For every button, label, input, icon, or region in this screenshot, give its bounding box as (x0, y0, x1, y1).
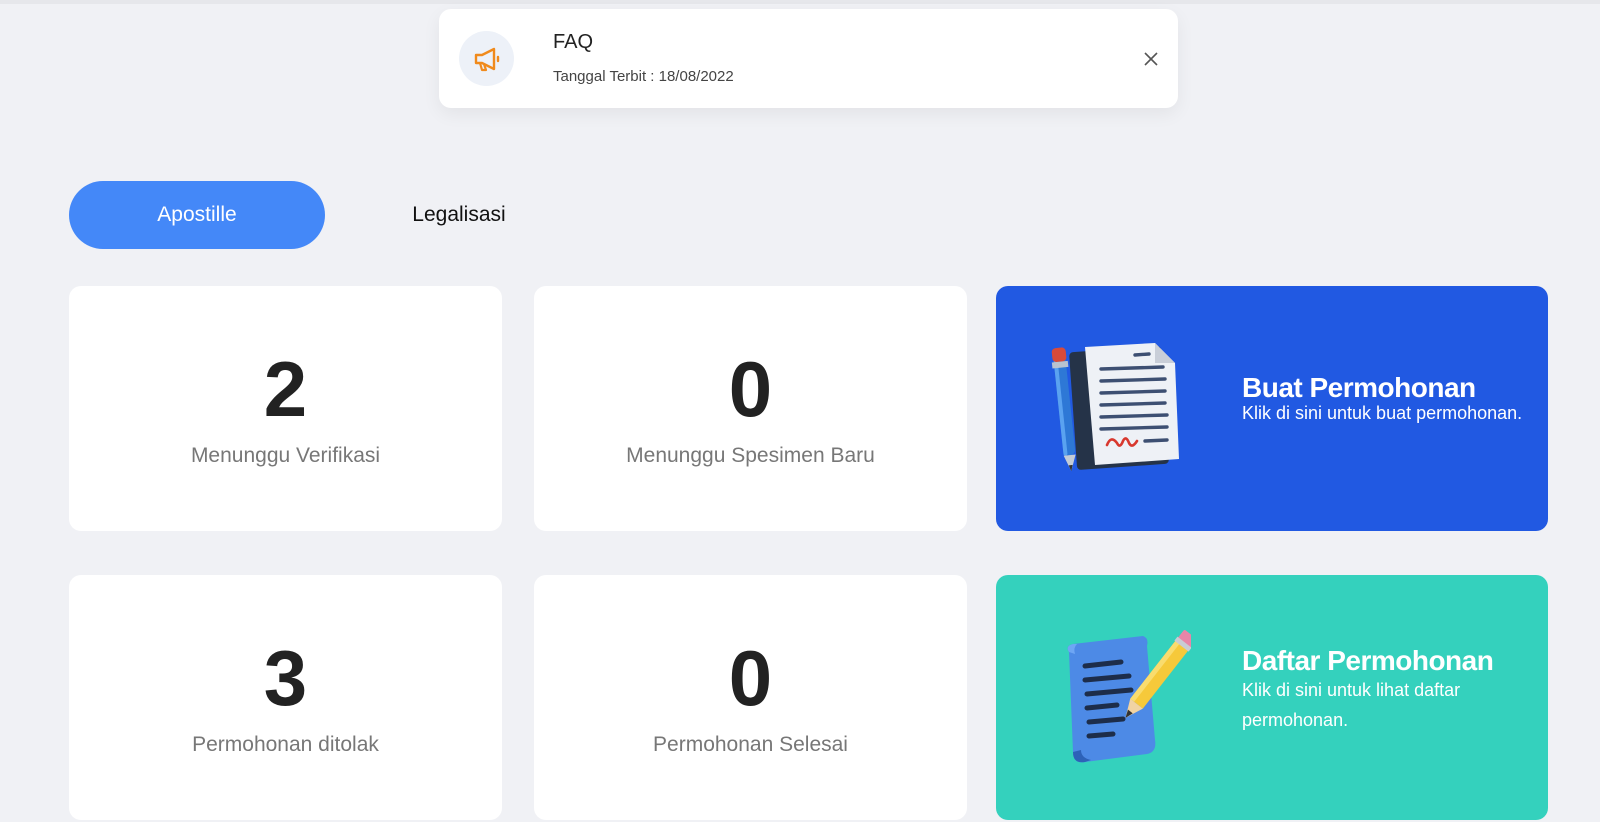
document-list-pencil-icon (1051, 630, 1197, 770)
stat-label: Permohonan Selesai (653, 733, 848, 756)
action-description: Klik di sini untuk buat permohonan. (1242, 403, 1523, 423)
buat-permohonan-card[interactable]: Buat Permohonan Klik di sini untuk buat … (996, 286, 1548, 531)
stat-value: 0 (728, 634, 773, 722)
action-description: Klik di sini untuk lihat daftar permohon… (1242, 680, 1461, 730)
stat-value: 0 (728, 345, 773, 433)
tab-apostille[interactable]: Apostille (69, 181, 325, 249)
action-title: Daftar Permohonan (1242, 645, 1494, 676)
notification-date: Tanggal Terbit : 18/08/2022 (553, 68, 734, 85)
tab-legalisasi[interactable]: Legalisasi (331, 181, 587, 249)
faq-notification[interactable]: FAQ Tanggal Terbit : 18/08/2022 (439, 9, 1178, 108)
stat-card-menunggu-spesimen-baru[interactable]: 0 Menunggu Spesimen Baru (534, 286, 967, 531)
daftar-permohonan-card[interactable]: Daftar Permohonan Klik di sini untuk lih… (996, 575, 1548, 820)
stat-label: Menunggu Spesimen Baru (626, 444, 875, 467)
close-icon[interactable] (1139, 47, 1163, 71)
stat-value: 2 (263, 345, 308, 433)
stat-card-permohonan-ditolak[interactable]: 3 Permohonan ditolak (69, 575, 502, 820)
stat-card-permohonan-selesai[interactable]: 0 Permohonan Selesai (534, 575, 967, 820)
signed-document-icon (1051, 341, 1191, 481)
stat-label: Permohonan ditolak (192, 733, 379, 756)
stat-label: Menunggu Verifikasi (190, 444, 381, 467)
top-divider (0, 0, 1600, 4)
megaphone-icon (459, 31, 514, 86)
notification-title: FAQ (553, 31, 594, 53)
stat-card-menunggu-verifikasi[interactable]: 2 Menunggu Verifikasi (69, 286, 502, 531)
stat-value: 3 (263, 634, 308, 722)
